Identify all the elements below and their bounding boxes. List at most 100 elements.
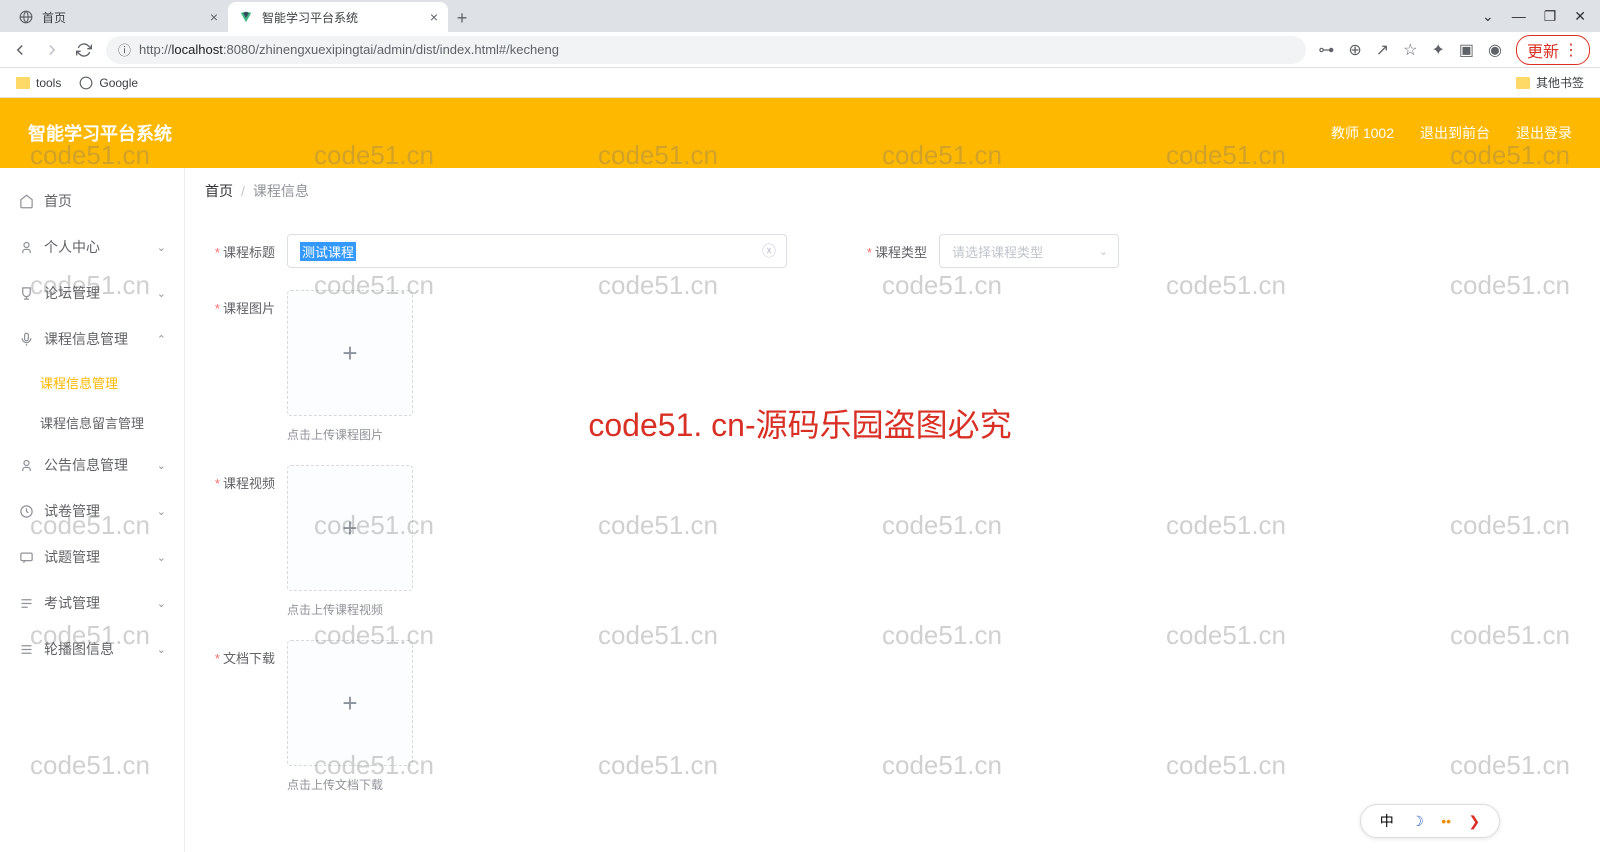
- browser-tab-0[interactable]: 首页 ×: [8, 2, 228, 32]
- plus-icon: +: [342, 513, 357, 544]
- input-value: 测试课程: [300, 242, 356, 261]
- sidebar-item-label: 公告信息管理: [44, 455, 128, 475]
- form-label-type: *课程类型: [847, 234, 927, 261]
- chevron-down-icon: ⌄: [157, 459, 166, 472]
- sidebar-item-label: 课程信息管理: [44, 329, 128, 349]
- main-content: 首页 / 课程信息 *课程标题 测试课程 ⓧ *课程类型: [185, 168, 1600, 852]
- close-window-icon[interactable]: ✕: [1574, 8, 1586, 25]
- profile-icon[interactable]: ◉: [1488, 40, 1502, 60]
- user-icon: [18, 239, 34, 255]
- chevron-down-icon: ⌄: [1099, 245, 1108, 258]
- key-icon[interactable]: ⊶: [1318, 40, 1334, 60]
- sidebar: 首页 个人中心 ⌄ 论坛管理 ⌄ 课程信息管理 ⌃ 课程信息管理 课程信息留言管…: [0, 168, 185, 852]
- sidebar-item-course-info[interactable]: 课程信息管理: [0, 362, 184, 402]
- close-icon[interactable]: ×: [430, 9, 438, 25]
- reload-button[interactable]: [74, 40, 94, 60]
- info-icon: ⓘ: [118, 40, 131, 59]
- clock-icon: [18, 503, 34, 519]
- window-controls: ⌄ — ❐ ✕: [1482, 0, 1600, 32]
- sidebar-item-course-comment[interactable]: 课程信息留言管理: [0, 402, 184, 442]
- moon-icon[interactable]: ☽: [1411, 813, 1424, 830]
- course-image-upload[interactable]: +: [287, 290, 413, 416]
- maximize-icon[interactable]: ❐: [1544, 8, 1557, 25]
- extensions-icon[interactable]: ✦: [1431, 40, 1444, 60]
- course-doc-upload[interactable]: +: [287, 640, 413, 766]
- address-bar: ⓘ http://localhost:8080/zhinengxuexiping…: [0, 32, 1600, 68]
- sidebar-item-question[interactable]: 试题管理 ⌄: [0, 534, 184, 580]
- share-icon[interactable]: ↗: [1376, 40, 1389, 60]
- chevron-down-icon: ⌄: [157, 505, 166, 518]
- user-icon: [18, 457, 34, 473]
- browser-tab-1[interactable]: 智能学习平台系统 ×: [228, 2, 448, 32]
- cup-icon: [18, 285, 34, 301]
- form-label-doc: *文档下载: [195, 640, 275, 667]
- app-title: 智能学习平台系统: [28, 120, 172, 146]
- breadcrumb-home[interactable]: 首页: [205, 181, 233, 201]
- logout-button[interactable]: 退出登录: [1516, 123, 1572, 143]
- breadcrumb-separator: /: [241, 183, 245, 199]
- sidebar-item-label: 试卷管理: [44, 501, 100, 521]
- bookmark-other[interactable]: 其他书签: [1516, 74, 1584, 91]
- chevron-up-icon: ⌃: [157, 333, 166, 346]
- chevron-down-icon: ⌄: [157, 551, 166, 564]
- globe-icon: [18, 9, 34, 25]
- app-header: 智能学习平台系统 教师 1002 退出到前台 退出登录: [0, 98, 1600, 168]
- course-title-input[interactable]: 测试课程 ⓧ: [287, 234, 787, 268]
- dots-icon[interactable]: ••: [1441, 813, 1451, 829]
- update-button[interactable]: 更新 ⋮: [1516, 35, 1590, 65]
- chevron-down-icon: ⌄: [157, 643, 166, 656]
- new-tab-button[interactable]: +: [448, 4, 476, 32]
- form-label-image: *课程图片: [195, 290, 275, 317]
- sidebar-item-label: 考试管理: [44, 593, 100, 613]
- chat-icon: [18, 549, 34, 565]
- breadcrumb: 首页 / 课程信息: [185, 168, 1600, 214]
- chevron-down-icon[interactable]: ⌄: [1482, 8, 1494, 25]
- folder-icon: [16, 77, 30, 89]
- list-icon: [18, 641, 34, 657]
- chevron-down-icon: ⌄: [157, 287, 166, 300]
- sidebar-item-label: 论坛管理: [44, 283, 100, 303]
- user-label[interactable]: 教师 1002: [1331, 123, 1394, 143]
- sidebar-item-home[interactable]: 首页: [0, 178, 184, 224]
- star-icon[interactable]: ☆: [1403, 40, 1417, 60]
- bookmark-tools[interactable]: tools: [16, 76, 61, 90]
- course-video-upload[interactable]: +: [287, 465, 413, 591]
- sidebar-item-course-mgmt[interactable]: 课程信息管理 ⌃: [0, 316, 184, 362]
- bookmarks-bar: tools Google 其他书签: [0, 68, 1600, 98]
- home-icon: [18, 193, 34, 209]
- tab-title: 智能学习平台系统: [262, 9, 358, 26]
- close-icon[interactable]: ×: [210, 9, 218, 25]
- ime-bar[interactable]: 中 ☽ •• ❯: [1360, 804, 1500, 838]
- form-label-video: *课程视频: [195, 465, 275, 492]
- back-button[interactable]: [10, 40, 30, 60]
- ime-lang[interactable]: 中: [1380, 811, 1394, 831]
- bookmark-google[interactable]: Google: [79, 76, 138, 90]
- upload-hint: 点击上传文档下载: [287, 776, 413, 793]
- url-input[interactable]: ⓘ http://localhost:8080/zhinengxuexiping…: [106, 36, 1306, 64]
- upload-hint: 点击上传课程图片: [287, 426, 413, 443]
- course-type-select[interactable]: 请选择课程类型 ⌄: [939, 234, 1119, 268]
- sidebar-item-exam[interactable]: 考试管理 ⌄: [0, 580, 184, 626]
- chevron-down-icon: ⌄: [157, 241, 166, 254]
- panel-icon[interactable]: ▣: [1459, 40, 1474, 60]
- select-placeholder: 请选择课程类型: [952, 242, 1043, 261]
- exit-to-front-button[interactable]: 退出到前台: [1420, 123, 1490, 143]
- sidebar-item-label: 首页: [44, 191, 72, 211]
- zoom-icon[interactable]: ⊕: [1348, 40, 1361, 60]
- sidebar-item-forum[interactable]: 论坛管理 ⌄: [0, 270, 184, 316]
- chevron-right-icon[interactable]: ❯: [1469, 813, 1481, 830]
- chevron-down-icon: ⌄: [157, 597, 166, 610]
- sidebar-item-notice[interactable]: 公告信息管理 ⌄: [0, 442, 184, 488]
- sidebar-item-label: 课程信息留言管理: [40, 413, 144, 432]
- minimize-icon[interactable]: —: [1512, 8, 1526, 24]
- form-label-title: *课程标题: [195, 234, 275, 261]
- clear-icon[interactable]: ⓧ: [762, 241, 776, 261]
- sidebar-item-exam-paper[interactable]: 试卷管理 ⌄: [0, 488, 184, 534]
- sidebar-item-carousel[interactable]: 轮播图信息 ⌄: [0, 626, 184, 672]
- form: *课程标题 测试课程 ⓧ *课程类型 请选择课程类型 ⌄: [185, 214, 1600, 852]
- forward-button[interactable]: [42, 40, 62, 60]
- sidebar-item-personal[interactable]: 个人中心 ⌄: [0, 224, 184, 270]
- browser-tabs: 首页 × 智能学习平台系统 × + ⌄ — ❐ ✕: [0, 0, 1600, 32]
- tab-title: 首页: [42, 9, 66, 26]
- plus-icon: +: [342, 338, 357, 369]
